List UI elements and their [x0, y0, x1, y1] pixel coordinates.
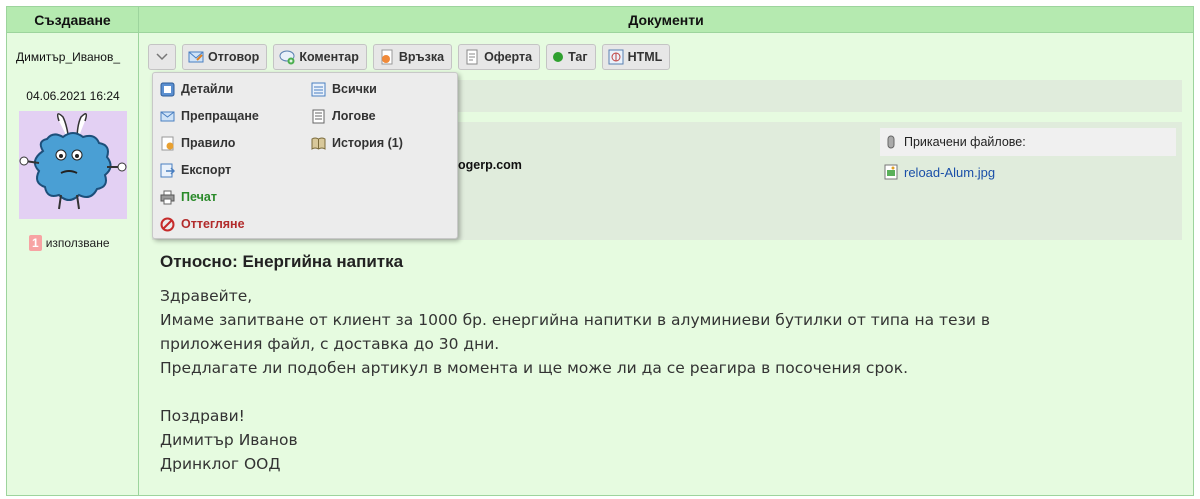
post-date: 04.06.2021 16:24 [26, 89, 120, 103]
menu-item-reject[interactable]: Оттегляне [160, 214, 245, 234]
reply-button[interactable]: Отговор [182, 44, 268, 70]
attachment-filename: reload-Alum.jpg [904, 164, 996, 180]
reply-icon [188, 51, 204, 63]
logs-icon [312, 109, 325, 123]
menu-item-logs-label: Логове [332, 109, 376, 123]
actions-dropdown-menu: Детайли Всички Препращане Логове Правило… [152, 72, 458, 239]
offer-button[interactable]: Оферта [458, 44, 541, 70]
menu-item-export-label: Експорт [181, 163, 232, 177]
image-file-icon [884, 164, 898, 180]
list-icon [311, 82, 326, 96]
menu-item-print[interactable]: Печат [160, 187, 217, 207]
html-label: HTML [627, 50, 663, 64]
comment-label: Коментар [299, 50, 359, 64]
paperclip-icon [887, 135, 895, 149]
author-column: Димитър_Иванов_ 04.06.2021 16:24 1 изпол… [7, 33, 139, 495]
avatar[interactable] [19, 111, 127, 219]
usage-indicator: 1 използване [29, 235, 110, 251]
menu-item-details-label: Детайли [181, 82, 234, 96]
menu-item-rule[interactable]: Правило [160, 133, 235, 153]
menu-item-forward[interactable]: Препращане [160, 106, 259, 126]
menu-item-history[interactable]: История (1) [311, 133, 403, 153]
body-line: Димитър Иванов [160, 431, 298, 449]
menu-item-export[interactable]: Експорт [160, 160, 231, 180]
menu-item-details[interactable]: Детайли [160, 79, 233, 99]
forward-mail-icon [160, 111, 175, 121]
attachments-header: Прикачени файлове: [880, 128, 1176, 156]
create-column-header: Създаване [7, 7, 139, 33]
body-line: приложения файл, с доставка до 30 дни. [160, 335, 500, 353]
link-icon [381, 49, 393, 65]
rule-icon [161, 136, 174, 150]
attachment-link[interactable]: reload-Alum.jpg [884, 164, 995, 180]
comment-icon [279, 50, 295, 65]
details-icon [160, 82, 175, 96]
menu-item-history-label: История (1) [332, 136, 403, 150]
tag-label: Таг [568, 50, 588, 64]
reply-label: Отговор [208, 50, 260, 64]
printer-icon [160, 190, 175, 204]
export-icon [160, 163, 175, 177]
menu-item-rule-label: Правило [181, 136, 236, 150]
body-line: Поздрави! [160, 407, 245, 425]
menu-item-forward-label: Препращане [181, 109, 259, 123]
usage-count-badge: 1 [29, 235, 42, 251]
chevron-down-icon [156, 53, 168, 61]
comment-button[interactable]: Коментар [273, 44, 367, 70]
html-icon [608, 49, 624, 65]
message-subject: Относно: Енергийна напитка [160, 252, 404, 271]
body-line: Здравейте, [160, 287, 253, 305]
green-dot-icon [553, 52, 564, 62]
documents-column-header: Документи [139, 7, 1193, 33]
more-actions-dropdown-button[interactable] [148, 44, 176, 70]
tag-button[interactable]: Таг [546, 44, 596, 70]
usage-label: използване [45, 236, 110, 250]
offer-label: Оферта [484, 50, 533, 64]
html-button[interactable]: HTML [601, 44, 671, 70]
message-toolbar: Отговор Коментар Връзка Оферта Таг HTML [148, 44, 671, 70]
menu-item-reject-label: Оттегляне [181, 217, 245, 231]
link-button[interactable]: Връзка [372, 44, 453, 70]
menu-item-all-label: Всички [332, 82, 377, 96]
message-body: Здравейте, Имаме запитване от клиент за … [160, 284, 1160, 476]
body-line: Дринклог ООД [160, 455, 281, 473]
body-line: Имаме запитване от клиент за 1000 бр. ен… [160, 311, 990, 329]
sender-email: ogerp.com [458, 158, 522, 172]
menu-item-logs[interactable]: Логове [311, 106, 376, 126]
menu-item-all[interactable]: Всички [311, 79, 377, 99]
body-line: Предлагате ли подобен артикул в момента … [160, 359, 909, 377]
attachments-label: Прикачени файлове: [904, 135, 1026, 149]
author-name[interactable]: Димитър_Иванов_ [16, 51, 130, 64]
book-icon [311, 137, 326, 150]
menu-item-print-label: Печат [181, 190, 217, 204]
reject-icon [160, 217, 175, 231]
document-icon [466, 49, 478, 65]
body-line [160, 380, 1160, 404]
link-label: Връзка [398, 50, 445, 64]
